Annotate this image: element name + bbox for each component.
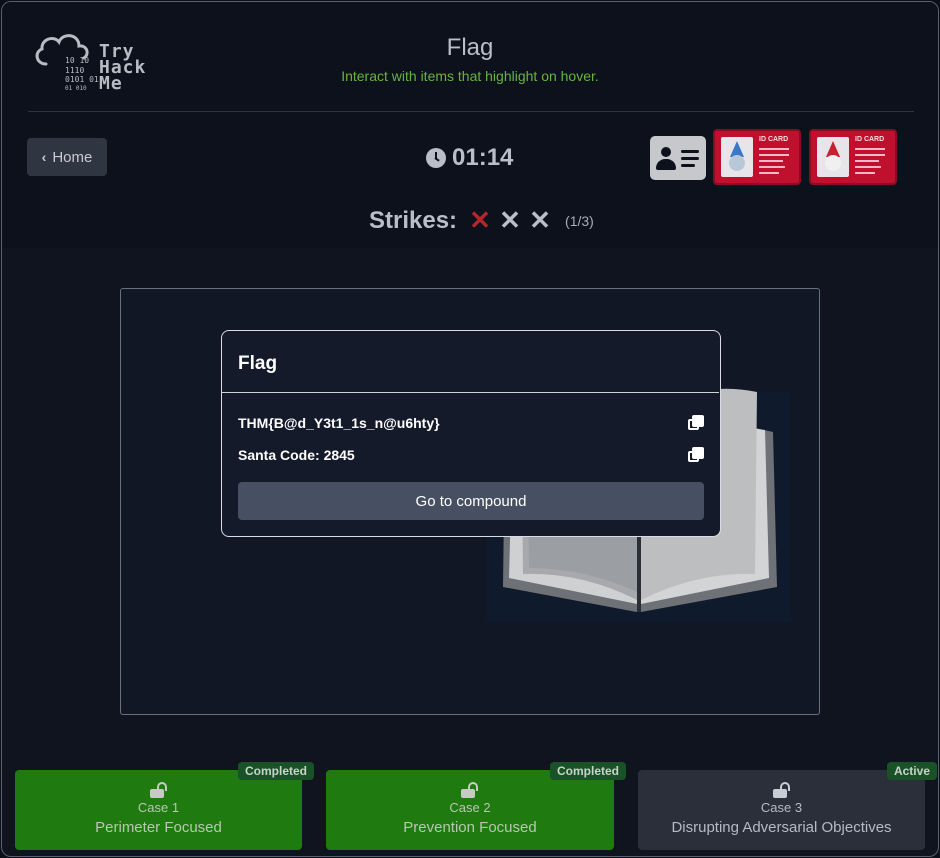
- id-card-santa[interactable]: ID CARD: [809, 129, 897, 185]
- case-number: Case 2: [449, 800, 491, 815]
- status-badge: Completed: [237, 762, 314, 780]
- unlock-icon: [461, 782, 479, 798]
- id-card-gnome[interactable]: ID CARD: [713, 129, 801, 185]
- status-badge: Active: [886, 762, 937, 780]
- header-divider: [28, 111, 914, 112]
- santa-code: Santa Code: 2845: [238, 447, 355, 463]
- strikes-indicator: Strikes: ✕ ✕ ✕ (1/3): [369, 205, 594, 236]
- home-button-label: Home: [52, 148, 93, 166]
- case-name: Prevention Focused: [403, 819, 537, 836]
- copy-icon[interactable]: [688, 415, 704, 431]
- unlock-icon: [772, 782, 791, 798]
- case-name: Perimeter Focused: [95, 819, 222, 836]
- clock-icon: [426, 148, 446, 168]
- chevron-left-icon: ‹: [41, 149, 47, 165]
- copy-icon[interactable]: [688, 447, 704, 463]
- status-badge: Completed: [549, 762, 626, 780]
- id-card-header: ID CARD: [855, 136, 885, 143]
- strikes-label: Strikes:: [369, 206, 458, 234]
- unlock-icon: [149, 782, 168, 798]
- case-number: Case 1: [137, 800, 180, 815]
- page-subtitle: Interact with items that highlight on ho…: [341, 68, 599, 84]
- timer: 01:14: [426, 144, 513, 172]
- case-card-2[interactable]: Case 2 Prevention Focused Completed: [326, 762, 626, 850]
- id-card-header: ID CARD: [759, 136, 789, 143]
- game-window: 10 10 1110 0101 01 01 010 Try Hack Me Fl…: [1, 1, 939, 857]
- flag-modal: Flag THM{B@d_Y3t1_1s_n@u6hty} Santa Code…: [221, 330, 721, 537]
- modal-divider: [222, 392, 719, 393]
- strikes-count: (1/3): [565, 212, 594, 229]
- case-card-1[interactable]: Case 1 Perimeter Focused Completed: [15, 762, 314, 850]
- timer-value: 01:14: [452, 144, 514, 171]
- page-title: Flag: [446, 34, 494, 61]
- strike-x-icon: ✕: [499, 205, 521, 235]
- strike-x-icon: ✕: [529, 205, 551, 235]
- case-card-3[interactable]: Case 3 Disrupting Adversarial Objectives…: [638, 762, 937, 850]
- home-button[interactable]: ‹ Home: [27, 138, 107, 176]
- strike-x-icon: ✕: [469, 205, 491, 235]
- id-card-icon[interactable]: [650, 136, 706, 180]
- flag-value: THM{B@d_Y3t1_1s_n@u6hty}: [238, 415, 440, 431]
- binary-line: 01 010: [65, 85, 87, 92]
- top-panel: 10 10 1110 0101 01 01 010 Try Hack Me Fl…: [2, 2, 938, 248]
- case-number: Case 3: [760, 800, 803, 815]
- go-to-compound-button[interactable]: Go to compound: [238, 482, 704, 520]
- case-name: Disrupting Adversarial Objectives: [671, 819, 892, 836]
- modal-title: Flag: [238, 353, 278, 374]
